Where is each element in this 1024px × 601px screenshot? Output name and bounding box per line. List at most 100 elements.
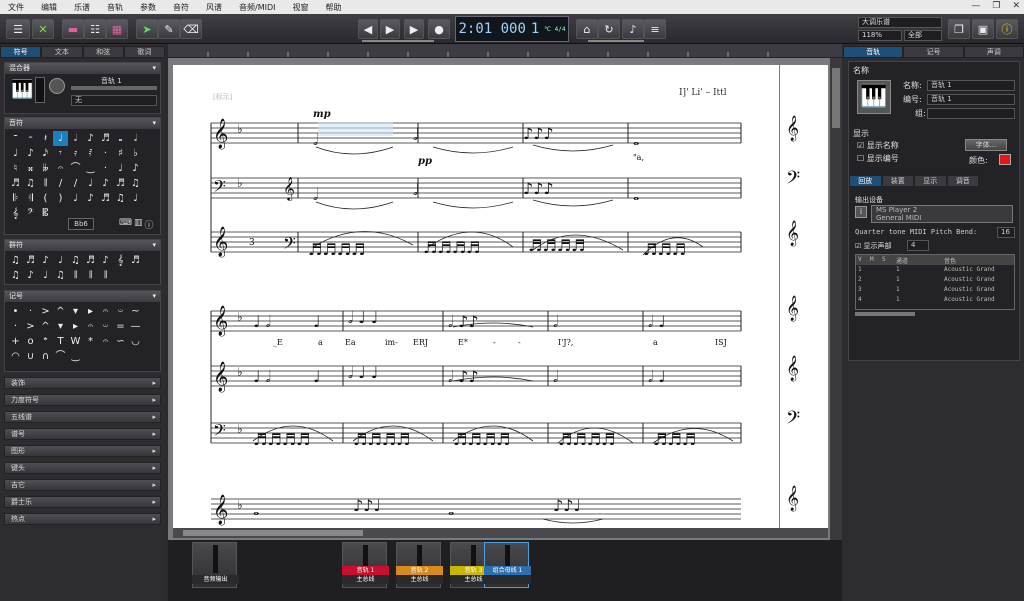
instrument-select[interactable]: 大调乐谱	[858, 17, 942, 28]
note-tool-11[interactable]: 𝅘𝅥𝅯	[38, 146, 53, 161]
beam-tool-4[interactable]: ♫	[68, 253, 83, 268]
forward-button[interactable]: ▶	[404, 19, 424, 39]
voice-table-header-cell[interactable]: V	[858, 256, 862, 263]
lyric-syllable[interactable]: a	[653, 338, 658, 347]
beam-tool-1[interactable]: ♬	[23, 253, 38, 268]
note-tool-36[interactable]: 𝄆	[8, 191, 23, 206]
note-tool-42[interactable]: ♬	[98, 191, 113, 206]
section-dynamics[interactable]: 力度符号	[4, 394, 161, 406]
strip-bus[interactable]: 主总线	[396, 575, 443, 584]
mixer-channel-field[interactable]: 无	[71, 95, 157, 106]
beam-tool-10[interactable]: ♪	[23, 268, 38, 283]
rewind-button[interactable]: ◀	[358, 19, 378, 39]
mark-tool-15[interactable]: 𝄑	[98, 319, 113, 334]
note-tool-39[interactable]: )	[53, 191, 68, 206]
beam-tool-8[interactable]: ♬	[128, 253, 143, 268]
voice-table-row[interactable]: 2 1 Acoustic Grand	[856, 276, 1014, 285]
mark-tool-6[interactable]: 𝄐	[98, 304, 113, 319]
note-tool-40[interactable]: ♩	[68, 191, 83, 206]
maximize-button[interactable]: ❐	[992, 1, 1000, 11]
tab-tuning[interactable]: 调音	[946, 175, 979, 187]
section-ornaments[interactable]: 装饰	[4, 377, 161, 389]
position-slider[interactable]	[588, 40, 644, 42]
score-page-next[interactable]: 𝄞 𝄢 𝄞 𝄞 𝄞 𝄢 𝄞	[780, 65, 828, 528]
section-arrows[interactable]: 键头	[4, 462, 161, 474]
info-small-icon[interactable]: ⓘ	[145, 218, 154, 231]
note-tool-4[interactable]: 𝅗𝅥	[68, 131, 83, 146]
note-tool-29[interactable]: 𝄂	[38, 176, 53, 191]
mark-tool-12[interactable]: ▾	[53, 319, 68, 334]
note-tool-16[interactable]: ♯	[113, 146, 128, 161]
mark-tool-0[interactable]: •	[8, 304, 23, 319]
close-button[interactable]: ✕	[1012, 1, 1020, 11]
menu-track[interactable]: 音轨	[107, 2, 123, 13]
print-icon[interactable]: ▣	[972, 19, 994, 39]
note-tool-28[interactable]: ♫	[23, 176, 38, 191]
note-tool-13[interactable]: 𝄿	[68, 146, 83, 161]
pan-knob[interactable]	[49, 78, 65, 94]
note-tool-23[interactable]: ‿	[83, 161, 98, 176]
note-tool-27[interactable]: ♬	[8, 176, 23, 191]
mark-tool-19[interactable]: o	[23, 334, 38, 349]
lyric-syllable[interactable]: Ea	[345, 338, 356, 347]
strip-name[interactable]: 音轨 2	[396, 566, 443, 575]
lyric-syllable[interactable]: ISJ	[715, 338, 727, 347]
piano-small-icon[interactable]: ▥	[134, 218, 143, 231]
voice-table-header-cell[interactable]: 通道	[896, 256, 908, 265]
minimize-button[interactable]: —	[971, 1, 980, 11]
track-number-field[interactable]: 音轨 1	[927, 94, 1015, 105]
mark-tool-26[interactable]: ◡	[128, 334, 143, 349]
lyric-syllable[interactable]: a	[318, 338, 323, 347]
mark-tool-29[interactable]: ∩	[38, 349, 53, 364]
note-tool-5[interactable]: ♪	[83, 131, 98, 146]
note-tool-14[interactable]: 𝅀	[83, 146, 98, 161]
note-tool-41[interactable]: ♪	[83, 191, 98, 206]
menu-params[interactable]: 参数	[140, 2, 156, 13]
voice-table-header-cell[interactable]: 音色	[944, 256, 956, 265]
tab-notation[interactable]: 记号	[903, 46, 964, 58]
section-guitar[interactable]: 吉它	[4, 479, 161, 491]
section-clefs[interactable]: 谱号	[4, 428, 161, 440]
beam-tool-14[interactable]: 𝄂	[83, 268, 98, 283]
color-swatch[interactable]	[999, 154, 1011, 165]
mark-tool-27[interactable]: ◠	[8, 349, 23, 364]
note-tool-8[interactable]: 𝅗𝅥	[128, 131, 143, 146]
beam-tool-15[interactable]: 𝄂	[98, 268, 113, 283]
voice-table-scrollbar[interactable]	[855, 312, 915, 316]
note-input-icon[interactable]: ♪	[622, 19, 644, 39]
beam-tool-11[interactable]: ♩	[38, 268, 53, 283]
mark-tool-8[interactable]: ~	[128, 304, 143, 319]
note-tool-43[interactable]: ♫	[113, 191, 128, 206]
lyric-syllable[interactable]: E*	[458, 338, 468, 347]
output-device-select[interactable]: MS Player 2 General MIDI	[871, 205, 1013, 223]
mark-tool-24[interactable]: 𝄐	[98, 334, 113, 349]
list-icon[interactable]: ☰	[6, 19, 30, 39]
section-graphics[interactable]: 图形	[4, 445, 161, 457]
mark-tool-17[interactable]: —	[128, 319, 143, 334]
eraser-icon[interactable]: ⌫	[180, 19, 202, 39]
menu-edit[interactable]: 编辑	[41, 2, 57, 13]
beam-tool-7[interactable]: 𝄞	[113, 253, 128, 268]
menu-notes[interactable]: 音符	[173, 2, 189, 13]
tab-tone[interactable]: 声调	[963, 46, 1024, 58]
note-tool-47[interactable]: 𝄡	[38, 206, 53, 221]
voice-table-row[interactable]: 1 1 Acoustic Grand	[856, 266, 1014, 275]
tools-icon[interactable]: ✕	[32, 19, 54, 39]
tab-track[interactable]: 音轨	[843, 46, 904, 58]
note-tool-26[interactable]: ♪	[128, 161, 143, 176]
ruler[interactable]	[168, 44, 842, 58]
tab-lyrics[interactable]: 歌词	[123, 46, 165, 58]
channel-toggle[interactable]	[35, 77, 45, 103]
menu-score[interactable]: 乐谱	[74, 2, 90, 13]
beam-tool-2[interactable]: ♪	[38, 253, 53, 268]
note-tool-44[interactable]: ♩	[128, 191, 143, 206]
mark-tool-2[interactable]: >	[38, 304, 53, 319]
note-tool-9[interactable]: ♩	[8, 146, 23, 161]
group-field[interactable]	[927, 108, 1015, 119]
note-tool-19[interactable]: 𝄪	[23, 161, 38, 176]
loop-icon[interactable]: ↻	[598, 19, 620, 39]
beam-tool-6[interactable]: ♪	[98, 253, 113, 268]
mark-tool-4[interactable]: ▾	[68, 304, 83, 319]
staff-icon[interactable]: ≡	[644, 19, 666, 39]
tab-symbols[interactable]: 符号	[0, 46, 42, 58]
